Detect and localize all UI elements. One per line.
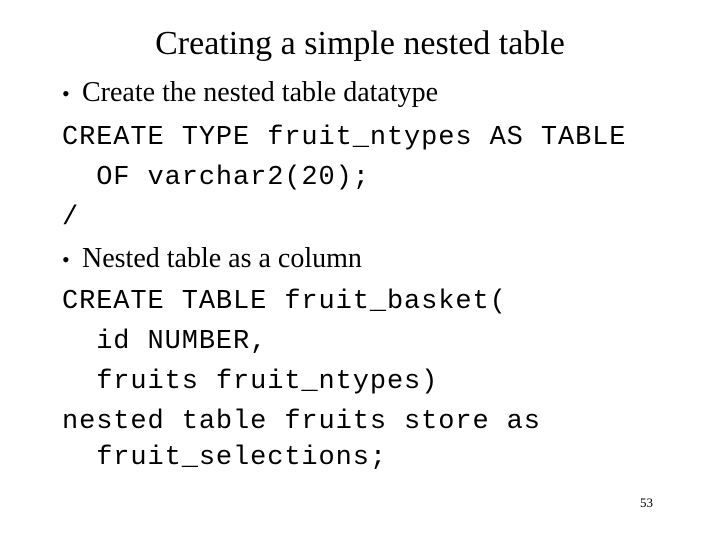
slide: Creating a simple nested table • Create … bbox=[0, 0, 720, 540]
page-number: 53 bbox=[640, 495, 653, 510]
code-line: OF varchar2(20); bbox=[62, 163, 370, 193]
bullet-item-2-label: Nested table as a column bbox=[82, 243, 362, 274]
bullet-marker-icon: • bbox=[62, 247, 70, 272]
code-line: CREATE TYPE fruit_ntypes AS TABLE bbox=[62, 123, 627, 153]
code-line: id NUMBER, bbox=[62, 327, 268, 357]
code-line: / bbox=[62, 203, 80, 233]
slide-title: Creating a simple nested table bbox=[155, 25, 565, 62]
code-line: nested table fruits store as bbox=[62, 407, 541, 437]
code-line: fruit_selections; bbox=[62, 443, 387, 473]
bullet-item-2: • Nested table as a column bbox=[62, 243, 362, 276]
bullet-marker-icon: • bbox=[62, 81, 70, 106]
bullet-item-1-label: Create the nested table datatype bbox=[82, 77, 439, 108]
bullet-item-1: • Create the nested table datatype bbox=[62, 77, 438, 110]
code-line: CREATE TABLE fruit_basket( bbox=[62, 287, 507, 317]
code-line: fruits fruit_ntypes) bbox=[62, 367, 439, 397]
